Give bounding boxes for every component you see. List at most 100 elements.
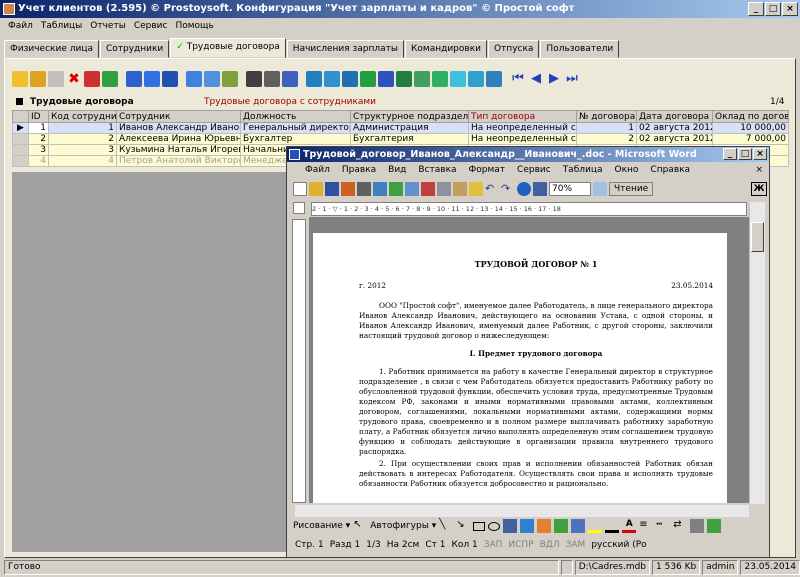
print-icon[interactable] bbox=[342, 71, 358, 87]
textbox-icon[interactable] bbox=[503, 519, 518, 533]
word-menu-format[interactable]: Формат bbox=[463, 163, 512, 178]
scroll-thumb[interactable] bbox=[751, 222, 764, 252]
minimize-button[interactable]: _ bbox=[748, 2, 764, 16]
table-row[interactable]: ▶ 1 1 Иванов Александр Иванович Генераль… bbox=[12, 122, 789, 134]
col-contract-date[interactable]: Дата договора bbox=[636, 110, 713, 123]
new-doc-icon[interactable] bbox=[293, 182, 307, 196]
clipart-icon[interactable] bbox=[554, 519, 569, 533]
menu-file[interactable]: Файл bbox=[4, 18, 37, 34]
last-record-icon[interactable]: ⏭ bbox=[564, 71, 580, 87]
export-icon[interactable] bbox=[396, 71, 412, 87]
tab-users[interactable]: Пользователи bbox=[540, 40, 620, 58]
menu-reports[interactable]: Отчеты bbox=[86, 18, 130, 34]
research-icon[interactable] bbox=[405, 182, 419, 196]
next-record-icon[interactable]: ▶ bbox=[546, 71, 562, 87]
settings-icon[interactable] bbox=[468, 71, 484, 87]
help-icon[interactable] bbox=[593, 182, 607, 196]
word-icon[interactable] bbox=[378, 71, 394, 87]
word-menu-table[interactable]: Таблица bbox=[557, 163, 609, 178]
document-page[interactable]: ТРУДОВОЙ ДОГОВОР № 1 г. 2012 23.05.2014 О… bbox=[313, 233, 727, 503]
line-color-icon[interactable] bbox=[605, 519, 620, 533]
calendar-icon[interactable] bbox=[486, 71, 502, 87]
status-trk[interactable]: ИСПР bbox=[508, 540, 533, 550]
undo-icon[interactable]: ↶ bbox=[485, 182, 499, 196]
first-record-icon[interactable]: ⏮ bbox=[510, 71, 526, 87]
add-icon[interactable] bbox=[12, 71, 28, 87]
shadow-icon[interactable] bbox=[690, 519, 705, 533]
sort-icon[interactable] bbox=[186, 71, 202, 87]
line-icon[interactable]: ╲ bbox=[439, 519, 453, 533]
delete-icon[interactable]: ✖ bbox=[66, 71, 82, 87]
print-icon[interactable] bbox=[357, 182, 371, 196]
status-ext[interactable]: ВДЛ bbox=[540, 540, 560, 550]
open-icon[interactable] bbox=[309, 182, 323, 196]
permission-icon[interactable] bbox=[341, 182, 355, 196]
word-menu-file[interactable]: Файл bbox=[299, 163, 336, 178]
col-contract-type[interactable]: Тип договора bbox=[468, 110, 577, 123]
mail-icon[interactable] bbox=[450, 71, 466, 87]
status-ovr[interactable]: ЗАМ bbox=[566, 540, 586, 550]
font-color-icon[interactable]: A bbox=[622, 519, 637, 533]
binoculars-icon[interactable] bbox=[246, 71, 262, 87]
menu-help[interactable]: Помощь bbox=[171, 18, 217, 34]
3d-icon[interactable] bbox=[707, 519, 722, 533]
find-icon[interactable] bbox=[264, 71, 280, 87]
word-vertical-scrollbar[interactable] bbox=[749, 202, 765, 504]
tab-contracts[interactable]: ✓ Трудовые договора bbox=[170, 38, 286, 58]
hyperlink-icon[interactable] bbox=[517, 182, 531, 196]
word-menu-tools[interactable]: Сервис bbox=[511, 163, 557, 178]
word-horizontal-scrollbar[interactable] bbox=[295, 505, 749, 517]
report2-icon[interactable] bbox=[324, 71, 340, 87]
chart-icon[interactable] bbox=[432, 71, 448, 87]
format-painter-icon[interactable] bbox=[469, 182, 483, 196]
excel-icon[interactable] bbox=[360, 71, 376, 87]
word-menu-help[interactable]: Справка bbox=[644, 163, 696, 178]
report-icon[interactable] bbox=[306, 71, 322, 87]
word-maximize-button[interactable]: □ bbox=[738, 148, 752, 160]
menu-tables[interactable]: Таблицы bbox=[37, 18, 86, 34]
prev-record-icon[interactable]: ◀ bbox=[528, 71, 544, 87]
zoom-select[interactable]: 70% bbox=[549, 182, 591, 196]
word-close-button[interactable]: × bbox=[753, 148, 767, 160]
autoshapes-menu[interactable]: Автофигуры ▾ bbox=[370, 521, 436, 531]
reading-mode-button[interactable]: Чтение bbox=[609, 182, 654, 196]
dash-style-icon[interactable]: ┅ bbox=[656, 519, 670, 533]
copy-icon[interactable] bbox=[48, 71, 64, 87]
table-icon[interactable] bbox=[533, 182, 547, 196]
import-icon[interactable] bbox=[414, 71, 430, 87]
close-button[interactable]: × bbox=[782, 2, 798, 16]
fill-color-icon[interactable] bbox=[588, 519, 603, 533]
word-doc-close-icon[interactable]: × bbox=[749, 163, 769, 178]
filter-add-icon[interactable] bbox=[144, 71, 160, 87]
col-id[interactable]: ID bbox=[28, 110, 49, 123]
preview-icon[interactable] bbox=[373, 182, 387, 196]
drawing-menu[interactable]: Рисование ▾ bbox=[293, 521, 350, 531]
arrow-style-icon[interactable]: ⇄ bbox=[673, 519, 687, 533]
tab-payroll[interactable]: Начисления зарплаты bbox=[286, 40, 405, 58]
status-rec[interactable]: ЗАП bbox=[484, 540, 503, 550]
arrow-icon[interactable]: ↘ bbox=[456, 519, 470, 533]
menu-service[interactable]: Сервис bbox=[130, 18, 172, 34]
filter-icon[interactable] bbox=[126, 71, 142, 87]
col-position[interactable]: Должность bbox=[240, 110, 351, 123]
wordart-icon[interactable] bbox=[520, 519, 535, 533]
col-employee[interactable]: Сотрудник bbox=[116, 110, 241, 123]
cut-icon[interactable] bbox=[421, 182, 435, 196]
col-contract-no[interactable]: № договора bbox=[576, 110, 637, 123]
word-menu-view[interactable]: Вид bbox=[382, 163, 412, 178]
rectangle-icon[interactable] bbox=[473, 521, 486, 531]
refresh-icon[interactable] bbox=[102, 71, 118, 87]
filter-clear-icon[interactable] bbox=[162, 71, 178, 87]
sql-icon[interactable] bbox=[222, 71, 238, 87]
word-menu-insert[interactable]: Вставка bbox=[412, 163, 462, 178]
tab-selector-icon[interactable] bbox=[293, 202, 305, 214]
spelling-icon[interactable] bbox=[389, 182, 403, 196]
copy-icon[interactable] bbox=[437, 182, 451, 196]
table-row[interactable]: 2 2 Алексеева Ирина Юрьевна Бухгалтер Бу… bbox=[12, 133, 789, 145]
select-arrow-icon[interactable]: ↖ bbox=[353, 519, 367, 533]
maximize-button[interactable]: □ bbox=[765, 2, 781, 16]
word-minimize-button[interactable]: _ bbox=[723, 148, 737, 160]
bold-icon[interactable]: Ж bbox=[751, 182, 767, 196]
col-department[interactable]: Структурное подразделение bbox=[350, 110, 469, 123]
word-menu-edit[interactable]: Правка bbox=[336, 163, 382, 178]
